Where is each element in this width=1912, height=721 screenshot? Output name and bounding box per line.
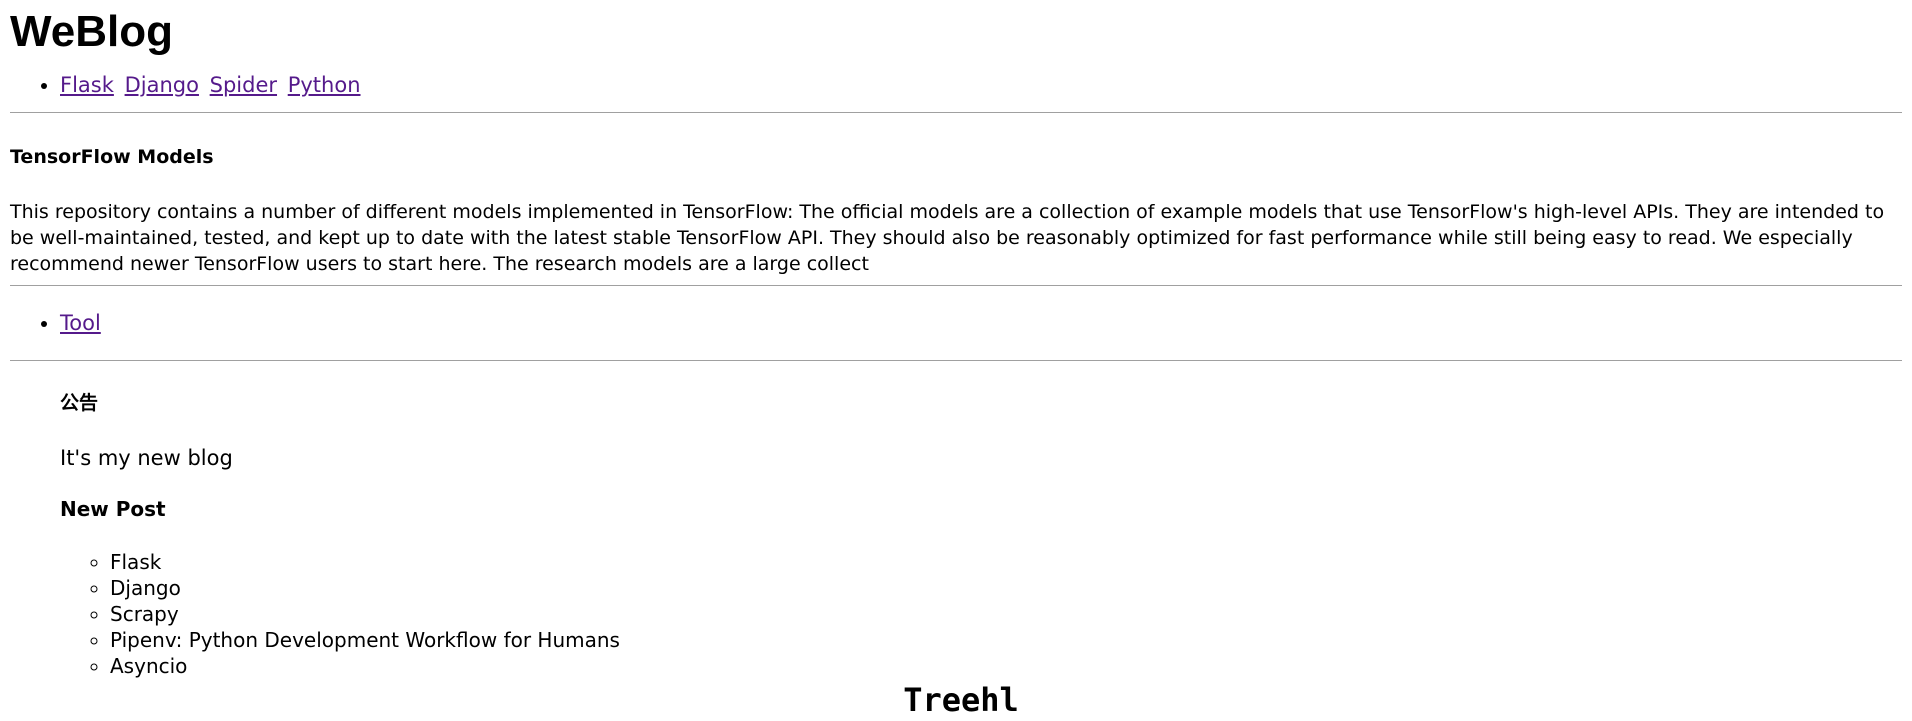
post-body: This repository contains a number of dif… <box>10 201 1885 275</box>
post-title: TensorFlow Models <box>10 146 214 168</box>
tools-list-item: Tool <box>60 310 1902 336</box>
nav-link-flask[interactable]: Flask <box>60 73 114 97</box>
nav-link-python[interactable]: Python <box>288 73 361 97</box>
notice-title: 公告 <box>60 392 99 414</box>
list-item[interactable]: Pipenv: Python Development Workflow for … <box>110 627 1902 653</box>
tools-nav: Tool <box>10 310 1902 336</box>
nav-link-django[interactable]: Django <box>125 73 199 97</box>
tool-link[interactable]: Tool <box>60 311 101 335</box>
site-title: WeBlog <box>10 7 173 56</box>
list-item[interactable]: Django <box>110 575 1902 601</box>
main-nav: Flask Django Spider Python <box>10 72 1902 98</box>
divider <box>10 360 1902 361</box>
nav-list-item: Flask Django Spider Python <box>60 72 1902 98</box>
nav-link-spider[interactable]: Spider <box>210 73 277 97</box>
list-item[interactable]: Scrapy <box>110 601 1902 627</box>
notice-text: It's my new blog <box>60 446 233 470</box>
list-item[interactable]: Asyncio <box>110 653 1902 679</box>
new-post-list: Flask Django Scrapy Pipenv: Python Devel… <box>60 549 1902 679</box>
divider <box>10 285 1902 286</box>
sidebar: 公告 It's my new blog New Post Flask Djang… <box>60 391 1902 679</box>
footer-logo: Treehl <box>903 681 1019 719</box>
divider <box>10 112 1902 113</box>
list-item[interactable]: Flask <box>110 549 1902 575</box>
new-post-title: New Post <box>60 497 166 521</box>
